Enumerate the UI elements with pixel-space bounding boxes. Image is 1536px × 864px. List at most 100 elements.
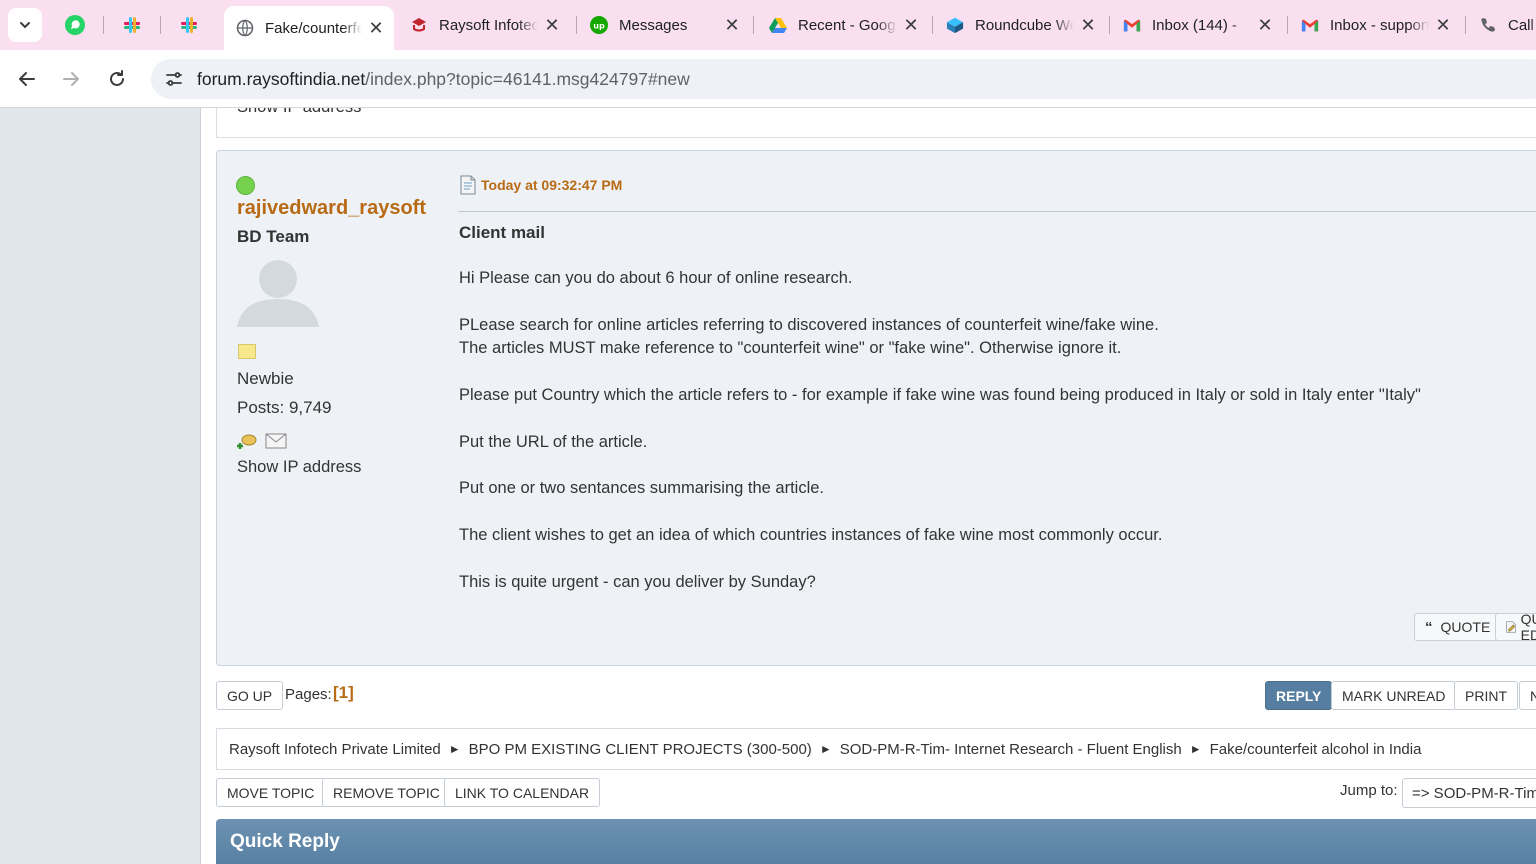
online-status-icon	[236, 176, 255, 195]
site-info-button[interactable]	[159, 64, 189, 94]
print-button[interactable]: PRINT	[1454, 681, 1518, 710]
reply-button[interactable]: REPLY	[1265, 681, 1333, 710]
mark-unread-button[interactable]: MARK UNREAD	[1331, 681, 1457, 710]
tab-call[interactable]: Call	[1467, 6, 1536, 44]
left-sidebar	[0, 108, 201, 864]
post-subject: Client mail	[459, 223, 545, 242]
chevron-down-icon	[20, 22, 30, 29]
pinned-tab-whatsapp[interactable]	[50, 9, 100, 41]
close-icon[interactable]: ✕	[1257, 15, 1273, 36]
close-icon[interactable]: ✕	[1435, 15, 1451, 36]
tab-separator	[103, 16, 104, 34]
show-ip-link[interactable]: Show IP address	[237, 108, 361, 117]
close-icon[interactable]: ✕	[903, 15, 919, 36]
poster-rank: Newbie	[237, 369, 294, 388]
svg-text:up: up	[593, 21, 605, 31]
tab-drive[interactable]: Recent - Google Drive ✕	[757, 6, 929, 44]
pages-current[interactable]: [1]	[333, 683, 354, 703]
reload-icon	[110, 70, 124, 86]
tab-separator	[932, 16, 933, 34]
quote-icon: “	[1425, 618, 1433, 636]
tune-icon	[166, 72, 182, 86]
reload-button[interactable]	[100, 62, 134, 96]
gmail-icon	[1123, 16, 1141, 34]
poster-username[interactable]: rajivedward_raysoft	[237, 197, 426, 220]
page: Show IP address rajivedward_raysoft BD T…	[0, 108, 1536, 864]
google-drive-icon	[769, 16, 787, 34]
slack-icon	[124, 17, 140, 33]
tab-messages[interactable]: up Messages ✕	[578, 6, 750, 44]
tab-title: Roundcube Webmail	[975, 16, 1074, 34]
pages-label: Pages:	[285, 686, 332, 703]
globe-icon	[236, 19, 254, 37]
tab-gmail-2[interactable]: Inbox - support ✕	[1289, 6, 1461, 44]
tab-strip: Fake/counterfeit alcohol in India ✕ Rays…	[0, 0, 1536, 50]
slack-icon	[181, 17, 197, 33]
body-line: PLease search for online articles referr…	[459, 316, 1159, 334]
breadcrumb-separator-icon: ►	[448, 742, 461, 756]
body-line: This is quite urgent - can you deliver b…	[459, 573, 816, 591]
tab-title: Fake/counterfeit alcohol in India	[265, 19, 362, 37]
close-icon[interactable]: ✕	[544, 15, 560, 36]
breadcrumb-item[interactable]: Fake/counterfeit alcohol in India	[1210, 741, 1422, 758]
tab-separator	[753, 16, 754, 34]
breadcrumb: Raysoft Infotech Private Limited ► BPO P…	[216, 728, 1536, 770]
arrow-left-icon	[19, 72, 35, 86]
avatar[interactable]	[237, 259, 319, 327]
tab-separator	[1465, 16, 1466, 34]
tab-roundcube[interactable]: Roundcube Webmail ✕	[934, 6, 1106, 44]
tab-separator	[576, 16, 577, 34]
previous-post: Show IP address	[216, 108, 1536, 138]
link-to-calendar-button[interactable]: LINK TO CALENDAR	[444, 778, 601, 807]
close-icon[interactable]: ✕	[724, 15, 740, 36]
quick-edit-button[interactable]: QUICK EDIT	[1495, 613, 1536, 641]
breadcrumb-item[interactable]: BPO PM EXISTING CLIENT PROJECTS (300-500…	[469, 741, 812, 758]
tab-separator	[1287, 16, 1288, 34]
go-up-button[interactable]: GO UP	[216, 681, 284, 710]
quick-reply-title: Quick Reply	[230, 831, 340, 852]
tab-title: Inbox (144) -	[1152, 16, 1238, 34]
jump-to-label: Jump to:	[1340, 782, 1398, 799]
breadcrumb-item[interactable]: SOD-PM-R-Tim- Internet Research - Fluent…	[840, 741, 1182, 758]
show-ip-link[interactable]: Show IP address	[237, 458, 361, 477]
tab-title: Recent - Google Drive	[798, 16, 897, 34]
pinned-tab-slack-1[interactable]	[107, 9, 157, 41]
poster-post-count: Posts: 9,749	[237, 398, 332, 417]
jump-to-select[interactable]: => SOD-PM-R-Tim- Internet Research - Flu…	[1402, 778, 1536, 808]
pinned-tab-slack-2[interactable]	[164, 9, 214, 41]
post-header: Today at 09:32:47 PM	[459, 175, 622, 195]
divider	[458, 211, 1536, 212]
quick-reply-header[interactable]: Quick Reply	[216, 819, 1536, 864]
roundcube-icon	[946, 16, 964, 34]
breadcrumb-item[interactable]: Raysoft Infotech Private Limited	[229, 741, 441, 758]
body-line: Hi Please can you do about 6 hour of onl…	[459, 269, 853, 287]
back-button[interactable]	[10, 62, 44, 96]
quote-button[interactable]: “ QUOTE	[1414, 613, 1502, 641]
add-buddy-icon[interactable]	[237, 433, 257, 451]
forward-button[interactable]	[54, 62, 88, 96]
tab-separator	[1109, 16, 1110, 34]
remove-topic-button[interactable]: REMOVE TOPIC	[322, 778, 451, 807]
tab-forum[interactable]: Fake/counterfeit alcohol in India ✕	[224, 6, 394, 50]
notify-button[interactable]: NOTIFY	[1519, 681, 1536, 710]
post-date[interactable]: Today at 09:32:47 PM	[481, 177, 622, 193]
raysoft-logo-icon	[410, 16, 428, 34]
email-icon[interactable]	[265, 433, 287, 449]
phone-icon	[1479, 16, 1497, 34]
address-bar[interactable]: forum.raysoftindia.net/index.php?topic=4…	[151, 59, 1536, 99]
tab-raysoft[interactable]: Raysoft Infotech ✕	[398, 6, 570, 44]
tab-separator	[160, 16, 161, 34]
tab-search-button[interactable]	[8, 8, 42, 42]
close-icon[interactable]: ✕	[368, 18, 384, 39]
body-line: Put the URL of the article.	[459, 433, 648, 451]
url-host: forum.raysoftindia.net	[197, 69, 366, 89]
move-topic-button[interactable]: MOVE TOPIC	[216, 778, 326, 807]
tab-title: Call	[1508, 16, 1534, 34]
arrow-right-icon	[63, 72, 79, 86]
rank-star-icon	[238, 344, 256, 359]
tab-gmail-1[interactable]: Inbox (144) - ✕	[1111, 6, 1283, 44]
close-icon[interactable]: ✕	[1080, 15, 1096, 36]
profile-icons	[237, 433, 287, 451]
document-icon	[460, 175, 476, 195]
body-line: Put one or two sentances summarising the…	[459, 479, 825, 497]
